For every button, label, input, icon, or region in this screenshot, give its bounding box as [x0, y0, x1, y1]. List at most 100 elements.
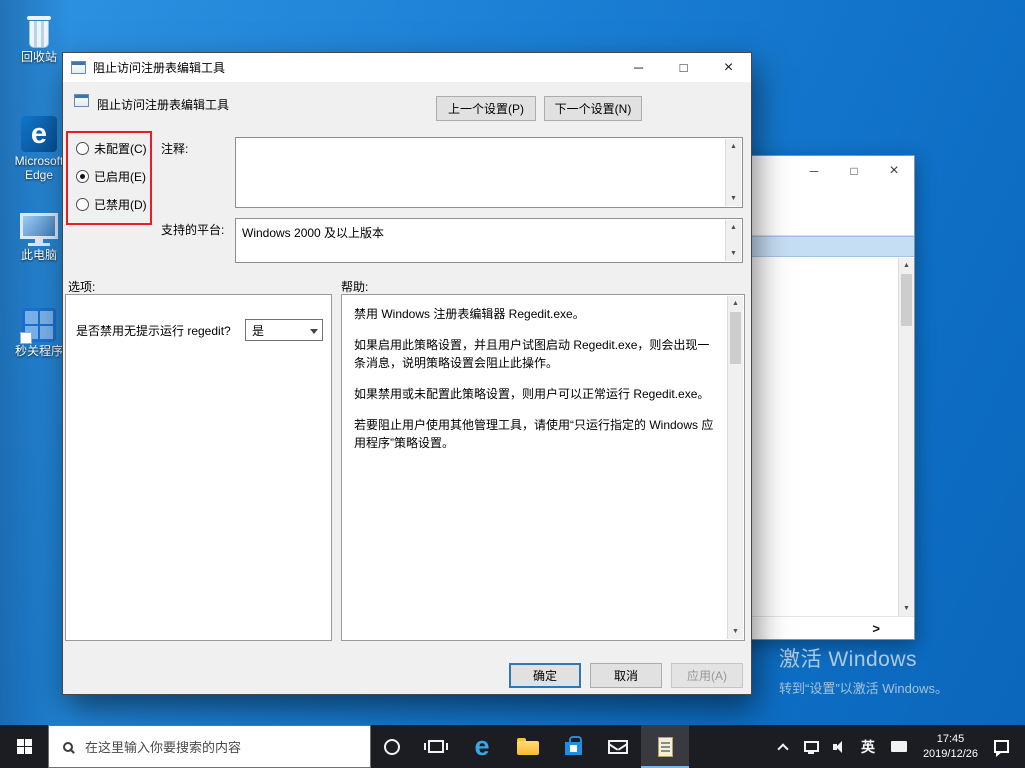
select-value: 是 [252, 322, 264, 339]
scroll-up-icon[interactable]: ▲ [728, 296, 743, 311]
minimize-icon[interactable]: ─ [616, 53, 661, 82]
options-panel: 是否禁用无提示运行 regedit? 是 [65, 294, 332, 641]
dialog-title: 阻止访问注册表编辑工具 [93, 59, 225, 76]
cortana-button[interactable] [371, 725, 413, 768]
scroll-right-icon[interactable]: > [872, 621, 880, 636]
supported-on-input[interactable]: Windows 2000 及以上版本 ▲ ▼ [235, 218, 743, 263]
state-radio-group: 未配置(C) 已启用(E) 已禁用(D) [76, 139, 147, 223]
document-icon [658, 737, 673, 757]
apply-button: 应用(A) [671, 663, 743, 688]
chevron-down-icon [310, 329, 318, 338]
window-controls: ─ □ × [616, 53, 751, 82]
taskbar-search[interactable]: 在这里输入你要搜索的内容 [48, 725, 371, 768]
search-placeholder: 在这里输入你要搜索的内容 [85, 737, 241, 756]
task-view-icon [428, 740, 444, 753]
close-icon[interactable]: × [874, 156, 914, 186]
supported-on-value: Windows 2000 及以上版本 [242, 224, 720, 241]
help-text: 禁用 Windows 注册表编辑器 Regedit.exe。 如果启用此策略设置… [343, 296, 726, 639]
radio-disabled[interactable]: 已禁用(D) [76, 195, 147, 213]
radio-label: 未配置(C) [94, 140, 147, 157]
radio-icon [76, 198, 89, 211]
dialog-body: 阻止访问注册表编辑工具 上一个设置(P) 下一个设置(N) 未配置(C) 已启用… [63, 82, 751, 694]
windows-logo-icon [17, 739, 32, 754]
search-icon [63, 742, 73, 752]
scroll-up-icon[interactable]: ▲ [726, 220, 741, 235]
start-button[interactable] [0, 725, 48, 768]
scroll-down-icon[interactable]: ▼ [726, 191, 741, 206]
this-pc-icon [20, 204, 58, 246]
option-question: 是否禁用无提示运行 regedit? [76, 322, 231, 339]
task-view-button[interactable] [413, 725, 459, 768]
options-caption: 选项: [68, 278, 95, 295]
dialog-footer: 确定 取消 应用(A) [509, 663, 743, 688]
cortana-icon [384, 739, 400, 755]
edge-taskbar-button[interactable] [459, 725, 505, 768]
mail-button[interactable] [595, 725, 641, 768]
radio-icon [76, 170, 89, 183]
help-panel: 禁用 Windows 注册表编辑器 Regedit.exe。 如果启用此策略设置… [341, 294, 745, 641]
recycle-bin-icon [27, 6, 51, 48]
desktop: 回收站 Microsoft Edge 此电脑 秒关程序 ─ □ × ▲ ▼ > [0, 0, 1025, 768]
folder-icon [517, 741, 539, 755]
app-shortcut-icon [22, 300, 56, 342]
radio-not-configured[interactable]: 未配置(C) [76, 139, 147, 157]
minimize-icon[interactable]: ─ [794, 156, 834, 186]
scroll-down-icon[interactable]: ▼ [899, 601, 914, 616]
option-row: 是否禁用无提示运行 regedit? 是 [66, 295, 331, 341]
system-tray: 英 17:45 2019/12/26 [771, 725, 1025, 768]
help-caption: 帮助: [341, 278, 368, 295]
comment-input[interactable]: ▲ ▼ [235, 137, 743, 208]
file-explorer-button[interactable] [505, 725, 551, 768]
help-paragraph: 如果启用此策略设置，并且用户试图启动 Regedit.exe，则会出现一条消息，… [354, 336, 718, 372]
watermark-line2: 转到“设置”以激活 Windows。 [779, 678, 948, 697]
cancel-button[interactable]: 取消 [590, 663, 662, 688]
policy-setting-dialog: 阻止访问注册表编辑工具 ─ □ × 阻止访问注册表编辑工具 上一个设置(P) 下… [62, 52, 752, 695]
vertical-scrollbar[interactable]: ▲ ▼ [725, 139, 741, 206]
scroll-thumb[interactable] [730, 312, 741, 364]
radio-enabled[interactable]: 已启用(E) [76, 167, 147, 185]
activation-watermark: 激活 Windows 转到“设置”以激活 Windows。 [779, 643, 948, 697]
scroll-down-icon[interactable]: ▼ [726, 246, 741, 261]
store-icon [565, 742, 582, 755]
maximize-icon[interactable]: □ [661, 53, 706, 82]
clock-date: 2019/12/26 [923, 747, 978, 761]
scroll-thumb[interactable] [901, 274, 912, 326]
policy-name: 阻止访问注册表编辑工具 [97, 96, 229, 113]
watermark-line1: 激活 Windows [779, 643, 948, 673]
scroll-down-icon[interactable]: ▼ [728, 624, 743, 639]
network-icon[interactable] [804, 741, 819, 752]
ok-button[interactable]: 确定 [509, 663, 581, 688]
action-center-icon[interactable] [994, 740, 1009, 753]
dialog-titlebar: 阻止访问注册表编辑工具 ─ □ × [63, 53, 751, 82]
vertical-scrollbar[interactable]: ▲ ▼ [725, 220, 741, 261]
scroll-up-icon[interactable]: ▲ [726, 139, 741, 154]
supported-on-label: 支持的平台: [161, 221, 224, 238]
edge-icon [21, 110, 57, 152]
scroll-up-icon[interactable]: ▲ [899, 258, 914, 273]
help-paragraph: 若要阻止用户使用其他管理工具，请使用“只运行指定的 Windows 应用程序”策… [354, 416, 718, 452]
ime-indicator[interactable]: 英 [861, 737, 875, 757]
store-button[interactable] [551, 725, 595, 768]
policy-icon [74, 94, 89, 107]
next-setting-button[interactable]: 下一个设置(N) [544, 96, 642, 121]
help-paragraph: 禁用 Windows 注册表编辑器 Regedit.exe。 [354, 305, 718, 323]
silent-run-select[interactable]: 是 [245, 319, 323, 341]
radio-label: 已启用(E) [94, 168, 146, 185]
previous-setting-button[interactable]: 上一个设置(P) [436, 96, 536, 121]
clock[interactable]: 17:45 2019/12/26 [923, 732, 978, 761]
help-paragraph: 如果禁用或未配置此策略设置，则用户可以正常运行 Regedit.exe。 [354, 385, 718, 403]
vertical-scrollbar[interactable]: ▲ ▼ [727, 296, 743, 639]
maximize-icon[interactable]: □ [834, 156, 874, 186]
radio-icon [76, 142, 89, 155]
volume-icon[interactable] [833, 741, 846, 753]
touch-keyboard-icon[interactable] [891, 741, 907, 752]
tray-expand-icon[interactable] [777, 743, 788, 754]
close-icon[interactable]: × [706, 53, 751, 82]
radio-label: 已禁用(D) [94, 196, 147, 213]
gpedit-taskbar-button[interactable] [641, 725, 689, 768]
vertical-scrollbar[interactable]: ▲ ▼ [898, 258, 914, 616]
clock-time: 17:45 [923, 732, 978, 746]
gpedit-app-icon [71, 61, 86, 74]
edge-icon [474, 733, 489, 760]
mail-icon [608, 740, 628, 754]
